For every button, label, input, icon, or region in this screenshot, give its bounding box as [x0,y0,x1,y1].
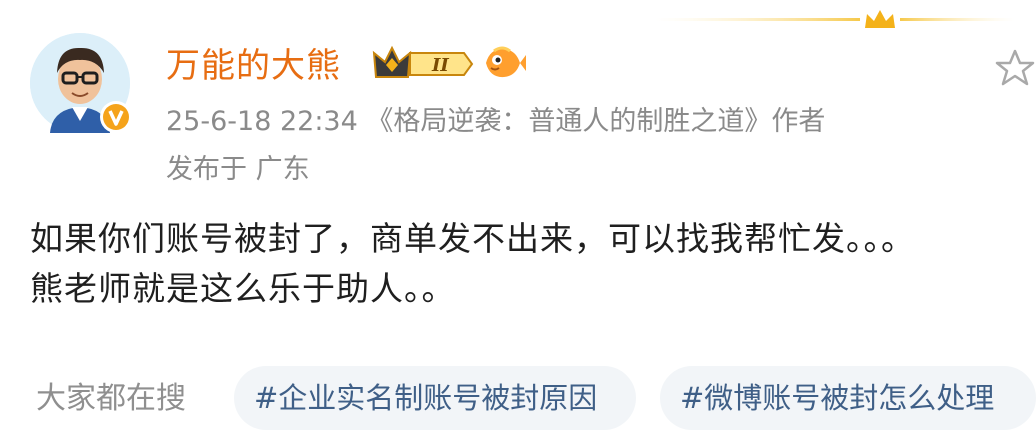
post-body[interactable]: 如果你们账号被封了，商单发不出来，可以找我帮忙发。。。 熊老师就是这么乐于助人。… [30,214,1036,314]
search-chip[interactable]: #微博账号被封怎么处理 [660,366,1036,430]
post-meta: 25-6-18 22:34 《格局逆袭：普通人的制胜之道》作者 [166,106,826,137]
username[interactable]: 万能的大熊 [166,44,341,88]
fish-icon[interactable] [480,42,526,84]
crown-level-badge[interactable]: II [370,43,474,85]
search-chip[interactable]: #企业实名制账号被封原因 [234,366,636,430]
verified-badge-icon [100,101,132,133]
post-text-line: 熊老师就是这么乐于助人。。 [30,269,456,308]
trending-search-label: 大家都在搜 [36,381,186,416]
favorite-star-icon[interactable] [995,48,1035,88]
crown-decoration-icon [655,10,1015,28]
post-location: 发布于 广东 [166,154,310,185]
level-badge-text: II [431,55,449,76]
post-text-line: 如果你们账号被封了，商单发不出来，可以找我帮忙发。。。 [30,219,915,258]
